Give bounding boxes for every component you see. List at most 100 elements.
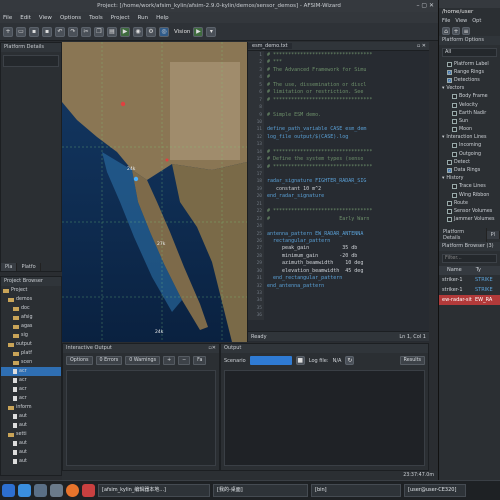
undo-icon[interactable]: ↶	[55, 26, 65, 37]
map-canvas[interactable]	[62, 42, 247, 342]
tree-item[interactable]: sig	[1, 331, 61, 340]
tree-item[interactable]: doc	[1, 304, 61, 313]
window-controls[interactable]: – ▢ ✕	[416, 2, 434, 9]
stop-icon[interactable]: ■	[295, 356, 305, 365]
file-manager-icon[interactable]	[34, 484, 47, 497]
files-icon[interactable]	[50, 484, 63, 497]
column-name[interactable]: Name	[447, 267, 462, 273]
warnings-filter[interactable]: 0 Warnings	[125, 356, 161, 365]
expand-button[interactable]: +	[163, 356, 176, 365]
cut-icon[interactable]: ✂	[81, 26, 91, 37]
platform-details-search[interactable]	[3, 55, 59, 67]
open-folder-icon[interactable]: ▭	[16, 26, 26, 37]
editor-body[interactable]: 1 2 3 4 5 6 7 8 9 10 11 12 13 14 15 16 17 18 19 20 21 22 23 24 2…	[248, 51, 429, 331]
code-line[interactable]: peak_gain 35 db	[267, 245, 429, 252]
output-log-area[interactable]	[224, 370, 425, 466]
tree-item[interactable]: Project	[1, 286, 61, 295]
option-item[interactable]: ✓ Range Rings	[442, 68, 500, 76]
checkbox-icon[interactable]	[452, 151, 457, 157]
tree-item[interactable]: aut	[1, 412, 61, 421]
option-item[interactable]: Body Frame	[442, 93, 500, 101]
tree-item[interactable]: setti	[1, 430, 61, 439]
checkbox-icon[interactable]	[447, 208, 452, 214]
code-line[interactable]: #	[267, 74, 429, 81]
tree-item[interactable]: aut	[1, 448, 61, 457]
taskbar-window-terminal[interactable]: [user@user-CE320]	[404, 484, 466, 497]
option-item[interactable]: Trace Lines	[442, 183, 500, 191]
tree-item[interactable]: scen	[1, 358, 61, 367]
tree-item[interactable]: acr	[1, 376, 61, 385]
interactive-output-list[interactable]	[66, 370, 216, 466]
code-line[interactable]	[267, 141, 429, 148]
column-type[interactable]: Ty	[476, 267, 481, 273]
option-item[interactable]: ▾ History	[442, 175, 500, 183]
option-item[interactable]: Sun	[442, 117, 500, 125]
layers-icon[interactable]: ≡	[462, 26, 470, 35]
tab-platform-details-right[interactable]: Platform Details	[439, 227, 487, 242]
vision-run-icon[interactable]: ▶	[193, 26, 204, 37]
code-line[interactable]: # The Advanced Framework for Simu	[267, 67, 429, 74]
option-item[interactable]: Jammer Volumes	[442, 216, 500, 224]
run-icon[interactable]: ▶	[120, 26, 130, 37]
tree-item[interactable]: aut	[1, 421, 61, 430]
start-menu-icon[interactable]	[2, 484, 15, 497]
code-line[interactable]: # *********************************	[267, 164, 429, 171]
save-icon[interactable]: ▪	[29, 26, 39, 37]
option-item[interactable]: Sensor Volumes	[442, 207, 500, 215]
code-line[interactable]	[267, 290, 429, 297]
code-line[interactable]: azimuth_beamwidth 10 deg	[267, 260, 429, 267]
checkbox-icon[interactable]	[452, 94, 457, 100]
vision-dropdown-icon[interactable]: ▾	[206, 26, 217, 37]
settings-icon[interactable]: ⚙	[146, 26, 156, 37]
option-item[interactable]: Moon	[442, 126, 500, 134]
tree-item[interactable]: afsig	[1, 313, 61, 322]
errors-filter[interactable]: 0 Errors	[95, 356, 123, 365]
option-item[interactable]: Earth Nadir	[442, 109, 500, 117]
map-view[interactable]: 24k 27k 24k	[62, 42, 247, 342]
tree-item[interactable]: acr	[1, 385, 61, 394]
home-icon[interactable]: ⌂	[442, 26, 450, 35]
tree-item[interactable]: inform	[1, 403, 61, 412]
copy-icon[interactable]: ❐	[94, 26, 104, 37]
collapse-button[interactable]: −	[178, 356, 191, 365]
chevron-down-icon[interactable]: ▾	[442, 86, 444, 91]
code-line[interactable]	[267, 171, 429, 178]
tab-platform-details[interactable]: Platfo	[17, 263, 41, 271]
code-line[interactable]: end_rectangular_pattern	[267, 275, 429, 282]
menu-tools[interactable]: Tools	[89, 15, 103, 21]
code-line[interactable]	[267, 297, 429, 304]
checkbox-icon[interactable]	[447, 217, 452, 223]
checkbox-icon[interactable]: ✓	[447, 77, 452, 83]
code-line[interactable]: # Define the system types (senso	[267, 156, 429, 163]
code-line[interactable]: # limitation or restriction. See	[267, 89, 429, 96]
option-item[interactable]: Outgoing	[442, 150, 500, 158]
paste-icon[interactable]: ▤	[107, 26, 117, 37]
checkbox-icon[interactable]: ✓	[447, 168, 452, 174]
tree-item[interactable]: acr	[1, 367, 61, 376]
checkbox-icon[interactable]	[452, 110, 457, 116]
secondary-menu-options[interactable]: Opt	[472, 18, 481, 24]
checkbox-icon[interactable]	[452, 192, 457, 198]
platform-row[interactable]: striker-1 STRIKE	[439, 275, 500, 285]
code-editor[interactable]: esm_demo.txt ▫ ✕ 1 2 3 4 5 6 7 8 9 10 11 12 13 14 15 16…	[247, 42, 429, 342]
taskbar-window-bin[interactable]: [bin]	[311, 484, 401, 497]
code-line[interactable]: constant 10 m^2	[267, 186, 429, 193]
new-file-icon[interactable]: +	[3, 26, 13, 37]
code-line[interactable]: # ***	[267, 59, 429, 66]
refresh-icon[interactable]: ↻	[345, 356, 355, 365]
code-line[interactable]	[267, 312, 429, 319]
chevron-down-icon[interactable]: ▾	[442, 176, 444, 181]
code-line[interactable]: rectangular_pattern	[267, 238, 429, 245]
crosshair-icon[interactable]: +	[452, 26, 460, 35]
panel-float-icon[interactable]: ▫✕	[208, 344, 216, 353]
option-item[interactable]: Route	[442, 199, 500, 207]
tab-pl-right[interactable]: Pl	[486, 230, 500, 239]
options-button[interactable]: Options	[66, 356, 93, 365]
option-item[interactable]: ▾ Interaction Lines	[442, 134, 500, 142]
checkbox-icon[interactable]	[452, 184, 457, 190]
code-line[interactable]: # *********************************	[267, 149, 429, 156]
code-line[interactable]	[267, 223, 429, 230]
option-item[interactable]: Detect	[442, 158, 500, 166]
checkbox-icon[interactable]	[447, 159, 452, 165]
secondary-menu-view[interactable]: View	[455, 18, 467, 24]
